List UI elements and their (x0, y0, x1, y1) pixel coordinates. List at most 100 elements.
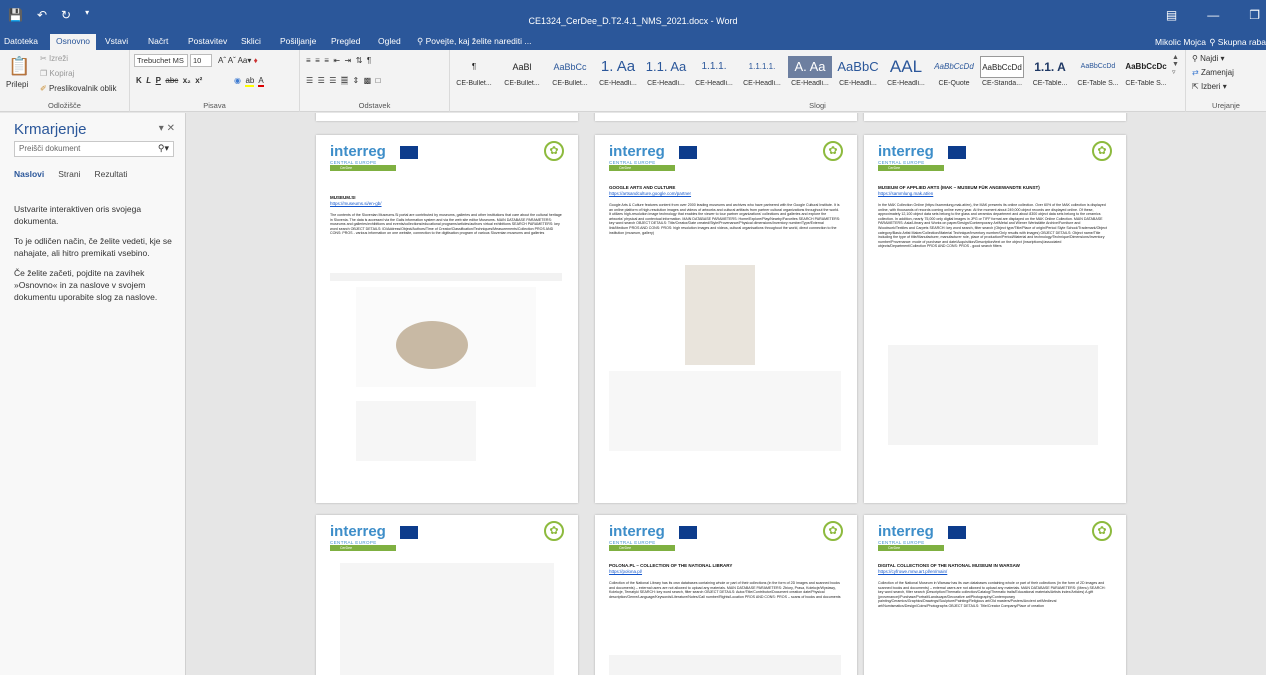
italic-button[interactable]: L (146, 76, 151, 85)
tab-insert[interactable]: Vstavi (105, 36, 128, 46)
style-preview-0[interactable]: ¶ (452, 56, 496, 78)
replace-icon: ⇄ (1192, 68, 1201, 77)
cerdee-logo-icon: ✿ (823, 521, 843, 541)
style-name-14[interactable]: CE-Table S... (1124, 80, 1168, 87)
list-buttons[interactable]: ≡ ≡ ≡ ⇤ ⇥ ⇅ ¶ (306, 56, 371, 65)
strikethrough-button[interactable]: abc (165, 76, 178, 85)
page-link[interactable]: https://sammlung.mak.at/en (878, 191, 933, 196)
style-preview-4[interactable]: 1.1. Aa (644, 56, 688, 78)
page-link[interactable]: https://artsandculture.google.com/partne… (609, 191, 691, 196)
page-link[interactable]: https://polona.pl/ (609, 569, 642, 574)
document-area[interactable]: interreg CENTRAL EUROPE CerDee ✿ MUSEUM.SI… (187, 113, 1266, 675)
borders-icon: □ (375, 76, 381, 85)
align-buttons[interactable]: ☰ ☰ ☰ ☰ ⇕ ▩ □ (306, 76, 381, 85)
style-preview-12[interactable]: 1.1. A (1028, 56, 1072, 78)
style-name-13[interactable]: CE-Table S... (1076, 80, 1120, 87)
page-partial (864, 113, 1126, 121)
style-name-2[interactable]: CE-Bullet... (548, 80, 592, 87)
document-title: CE1324_CerDee_D.T2.4.1_NMS_2021.docx - W… (528, 16, 738, 26)
bold-button[interactable]: K (136, 76, 142, 85)
style-name-11[interactable]: CE-Standa... (980, 80, 1024, 87)
style-name-7[interactable]: CE-Headli... (788, 80, 832, 87)
style-preview-6[interactable]: 1.1.1.1. (740, 56, 784, 78)
tab-home[interactable]: Osnovno (50, 34, 97, 50)
grow-font-button[interactable]: Aˆ Aˇ Aa▾ ♦ (218, 56, 258, 65)
style-preview-1[interactable]: AaBl (500, 56, 544, 78)
cut-label: Izreži (48, 54, 69, 63)
replace-button[interactable]: ⇄ Zamenjaj (1192, 68, 1234, 77)
page-mnw: interreg CENTRAL EUROPE CerDee ✿ DIGITAL C… (864, 515, 1126, 675)
style-name-5[interactable]: CE-Headli... (692, 80, 736, 87)
tab-view[interactable]: Ogled (378, 36, 401, 46)
styles-scroll-icon[interactable]: ▲ ▼ ▿ (1172, 54, 1179, 76)
underline-button[interactable]: P (156, 76, 161, 85)
paste-button[interactable]: Prilepi (6, 80, 28, 89)
align-left-icon: ☰ (306, 76, 314, 85)
tab-file[interactable]: Datoteka (4, 36, 38, 46)
chevron-down-icon[interactable]: ▾ (159, 123, 164, 134)
search-document-input[interactable]: Preišči dokument ⚲▾ (14, 141, 174, 157)
minimize-icon[interactable]: — (1207, 8, 1219, 22)
tell-me-box[interactable]: ⚲ Povejte, kaj želite narediti ... (417, 36, 531, 47)
paste-icon: 📋 (8, 56, 31, 76)
style-name-6[interactable]: CE-Headli... (740, 80, 784, 87)
style-name-10[interactable]: CE-Quote (932, 80, 976, 87)
tab-mailings[interactable]: Pošiljanje (280, 36, 316, 46)
highlight-icon: ab (245, 76, 255, 87)
page-body: The contents of the Slovenian Museums.Si… (330, 213, 562, 236)
restore-icon[interactable]: ❐ (1249, 8, 1260, 22)
style-preview-11[interactable]: AaBbCcDd (980, 56, 1024, 78)
styles-group: ¶ CE-Bullet... AaBl CE-Bullet... AaBbCc CE-Bu… (450, 50, 1186, 112)
nav-pane-controls[interactable]: ▾ ✕ (159, 123, 175, 134)
superscript-button[interactable]: x² (195, 76, 202, 85)
page-heading: DIGITAL COLLECTIONS OF THE NATIONAL MUSE… (878, 563, 1020, 568)
pilcrow-icon: ¶ (366, 56, 372, 65)
style-preview-9[interactable]: AAL (884, 56, 928, 78)
style-name-0[interactable]: CE-Bullet... (452, 80, 496, 87)
style-name-3[interactable]: CE-Headli... (596, 80, 640, 87)
page-link[interactable]: https://cyfrowe.mnw.art.pl/en/main/ (878, 569, 947, 574)
font-name-select[interactable]: Trebuchet MS (134, 54, 188, 67)
navigation-pane: Krmarjenje ▾ ✕ Preišči dokument ⚲▾ Naslo… (0, 113, 186, 675)
style-preview-14[interactable]: AaBbCcDc (1124, 56, 1168, 78)
user-name[interactable]: Mikolic Mojca (1155, 37, 1206, 47)
tab-results[interactable]: Rezultati (94, 169, 127, 179)
cut-button[interactable]: ✂ Izreži (40, 54, 68, 63)
align-center-icon: ☰ (317, 76, 325, 85)
tab-headings[interactable]: Naslovi (14, 169, 44, 179)
style-preview-8[interactable]: AaBbC (836, 56, 880, 78)
close-icon[interactable]: ✕ (167, 123, 175, 134)
share-icon: ⚲ (1209, 37, 1218, 47)
style-preview-13[interactable]: AaBbCcDd (1076, 56, 1120, 78)
style-name-9[interactable]: CE-Headli... (884, 80, 928, 87)
style-preview-2[interactable]: AaBbCc (548, 56, 592, 78)
style-preview-5[interactable]: 1.1.1. (692, 56, 736, 78)
style-preview-3[interactable]: 1. Aa (596, 56, 640, 78)
page-body: Google Arts & Culture features content f… (609, 203, 841, 235)
tab-references[interactable]: Sklici (241, 36, 261, 46)
copy-button[interactable]: ❐ Kopiraj (40, 69, 74, 78)
search-icon[interactable]: ⚲▾ (158, 143, 169, 154)
page-link[interactable]: https://museums.si/en-gb/ (330, 201, 382, 206)
cerdee-logo-icon: ✿ (544, 141, 564, 161)
ribbon-display-icon[interactable]: ▤ (1166, 8, 1177, 22)
subscript-button[interactable]: x₂ (183, 76, 191, 85)
style-name-8[interactable]: CE-Headli... (836, 80, 880, 87)
tab-design[interactable]: Načrt (148, 36, 168, 46)
style-name-1[interactable]: CE-Bullet... (500, 80, 544, 87)
tab-layout[interactable]: Postavitev (188, 36, 227, 46)
select-button[interactable]: ⇱ Izberi ▾ (1192, 82, 1227, 91)
interreg-logo: interreg CENTRAL EUROPE CerDee (609, 523, 697, 553)
format-painter-button[interactable]: ✐ Preslikovalnik oblik (40, 84, 117, 93)
share-button[interactable]: ⚲ Skupna raba (1209, 37, 1266, 48)
nav-pane-title: Krmarjenje (14, 121, 87, 138)
style-preview-10[interactable]: AaBbCcDd (932, 56, 976, 78)
font-size-select[interactable]: 10 (190, 54, 212, 67)
style-name-12[interactable]: CE-Table... (1028, 80, 1072, 87)
tab-pages[interactable]: Strani (58, 169, 80, 179)
text-effects-button[interactable]: ◉ ab A (234, 76, 264, 87)
style-name-4[interactable]: CE-Headli... (644, 80, 688, 87)
tab-review[interactable]: Pregled (331, 36, 360, 46)
style-preview-7[interactable]: A. Aa (788, 56, 832, 78)
find-button[interactable]: ⚲ Najdi ▾ (1192, 54, 1225, 63)
